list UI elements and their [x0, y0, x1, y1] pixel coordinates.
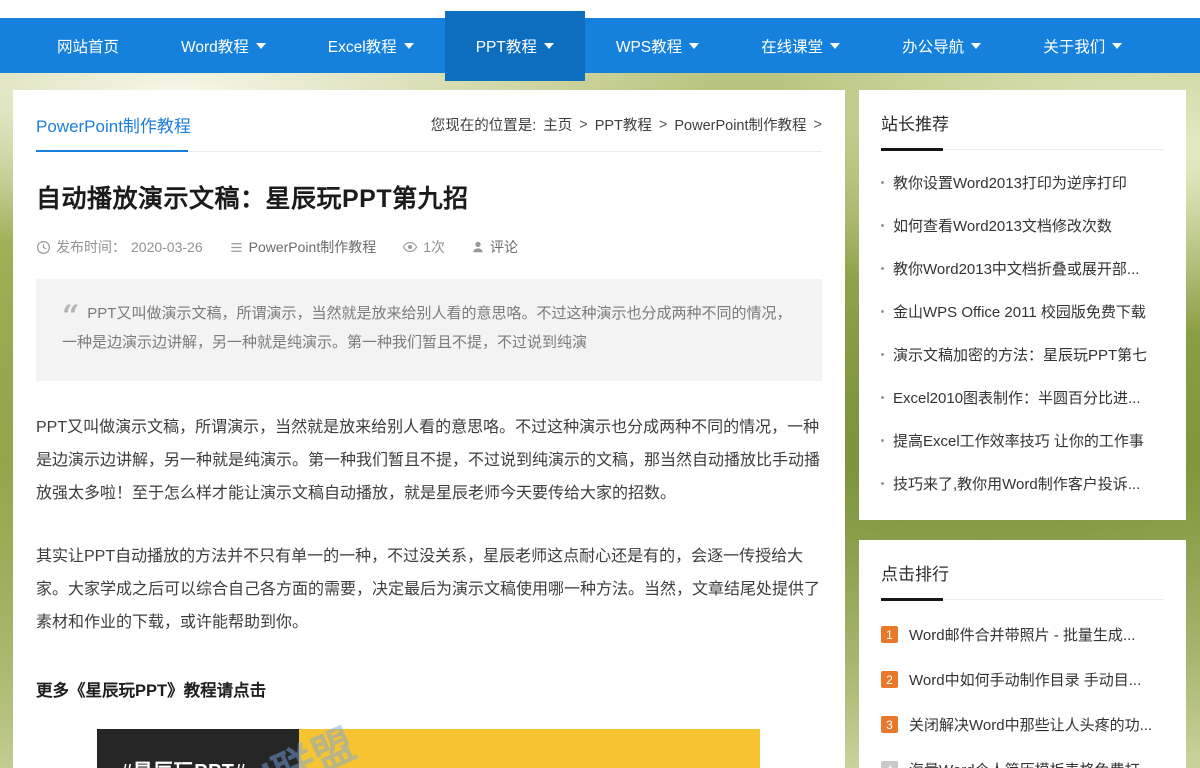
- title-underline: [881, 148, 943, 151]
- article-title: 自动播放演示文稿：星辰玩PPT第九招: [36, 185, 469, 213]
- rank-card: 点击排行 1 Word邮件合并带照片 - 批量生成... 2 Word中如何手动制作…: [859, 540, 1186, 768]
- list-item[interactable]: 金山WPS Office 2011 校园版免费下载: [881, 301, 1164, 322]
- bullet-icon: [881, 181, 884, 184]
- breadcrumb-link-category[interactable]: PowerPoint制作教程: [674, 114, 806, 135]
- page-content: PowerPoint制作教程 您现在的位置是: 主页 > PPT教程 > Pow…: [0, 73, 1200, 768]
- list-item[interactable]: 技巧来了,教你用Word制作客户投诉...: [881, 473, 1164, 494]
- breadcrumb-separator: >: [579, 116, 588, 133]
- card-header: PowerPoint制作教程 您现在的位置是: 主页 > PPT教程 > Pow…: [36, 112, 822, 152]
- more-tutorials-line: 更多《星辰玩PPT》教程请点击: [36, 682, 267, 700]
- chevron-down-icon: [689, 42, 700, 49]
- rank-badge: 4: [881, 761, 898, 768]
- breadcrumb: 您现在的位置是: 主页 > PPT教程 > PowerPoint制作教程 >: [431, 114, 822, 135]
- chevron-down-icon: [1112, 42, 1123, 49]
- rank-badge: 2: [881, 671, 898, 688]
- nav-item-wps[interactable]: WPS教程: [585, 18, 730, 73]
- article-paragraph: PPT又叫做演示文稿，所谓演示，当然就是放来给别人看的意思咯。不过这种演示也分成…: [36, 419, 821, 502]
- nav-item-excel[interactable]: Excel教程: [297, 18, 445, 73]
- rank-title: 点击排行: [881, 565, 949, 584]
- bullet-icon: [881, 396, 884, 399]
- article-card: PowerPoint制作教程 您现在的位置是: 主页 > PPT教程 > Pow…: [13, 90, 845, 768]
- chevron-down-icon: [971, 42, 982, 49]
- recommend-card: 站长推荐 教你设置Word2013打印为逆序打印 如何查看Word2013文档修…: [859, 90, 1186, 520]
- quote-icon: “: [62, 299, 80, 334]
- section-title-underline: [36, 150, 188, 152]
- breadcrumb-prefix: 您现在的位置是:: [430, 118, 537, 134]
- article-meta: 发布时间： 2020-03-26 PowerPoint制作教程 1次 评论: [36, 237, 822, 257]
- breadcrumb-separator: >: [658, 116, 668, 133]
- article-image: #星辰玩PPT# 作者：星辰 微信号：Wordlm123 Word联盟 声音: …: [97, 720, 760, 768]
- publish-date: 2020-03-26: [131, 239, 203, 255]
- chevron-down-icon: [830, 42, 841, 49]
- list-item[interactable]: 如何查看Word2013文档修改次数: [881, 215, 1164, 236]
- breadcrumb-link-ppt[interactable]: PPT教程: [595, 114, 652, 135]
- title-underline: [881, 598, 943, 601]
- brand-tag: #星辰玩PPT#: [121, 755, 299, 768]
- publish-time: 发布时间： 2020-03-26: [36, 237, 203, 257]
- bullet-icon: [881, 353, 884, 356]
- list-item[interactable]: 2 Word中如何手动制作目录 手动目...: [881, 669, 1164, 690]
- list-item[interactable]: 4海量Word个人简历模板表格免费打...: [881, 759, 1164, 768]
- breadcrumb-link-home[interactable]: 主页: [543, 114, 572, 135]
- list-icon: [230, 242, 242, 252]
- list-item[interactable]: 提高Excel工作效率技巧 让你的工作事: [881, 430, 1164, 451]
- list-item[interactable]: 3 关闭解决Word中那些让人头疼的功...: [881, 714, 1164, 735]
- image-brand-panel: #星辰玩PPT# 作者：星辰 微信号：Wordlm123: [97, 729, 299, 768]
- nav-item-about[interactable]: 关于我们: [1012, 18, 1153, 73]
- bullet-icon: [881, 482, 884, 485]
- nav-item-office-nav[interactable]: 办公导航: [871, 18, 1012, 73]
- nav-item-word[interactable]: Word教程: [150, 18, 297, 73]
- list-item[interactable]: 教你设置Word2013打印为逆序打印: [881, 172, 1164, 193]
- recommend-title: 站长推荐: [881, 115, 949, 134]
- chevron-down-icon: [543, 42, 554, 49]
- article-paragraph: 其实让PPT自动播放的方法并不只有单一的一种，不过没关系，星辰老师这点耐心还是有…: [36, 548, 821, 631]
- image-yellow-panel: Word联盟 声音: [无声音] 持续时间: 02.00: [169, 720, 760, 768]
- chevron-down-icon: [403, 42, 414, 49]
- recommend-list: 教你设置Word2013打印为逆序打印 如何查看Word2013文档修改次数 教…: [881, 172, 1164, 494]
- sidebar: 站长推荐 教你设置Word2013打印为逆序打印 如何查看Word2013文档修…: [859, 90, 1186, 768]
- rank-list: 1 Word邮件合并带照片 - 批量生成... 2 Word中如何手动制作目录 手动…: [881, 624, 1164, 768]
- rank-badge: 3: [881, 716, 898, 733]
- nav-item-online-class[interactable]: 在线课堂: [730, 18, 871, 73]
- user-icon: [473, 241, 483, 253]
- bullet-icon: [881, 267, 884, 270]
- section-title[interactable]: PowerPoint制作教程: [36, 112, 191, 137]
- list-item[interactable]: 演示文稿加密的方法：星辰玩PPT第七: [881, 344, 1164, 365]
- chevron-down-icon: [255, 42, 266, 49]
- bullet-icon: [881, 439, 884, 442]
- view-count: 1次: [402, 237, 445, 257]
- recommend-header: 站长推荐: [881, 110, 1164, 151]
- comments-link[interactable]: 评论: [490, 237, 518, 257]
- main-nav: 网站首页 Word教程 Excel教程 PPT教程 WPS教程 在线课堂 办公导…: [0, 10, 1200, 81]
- nav-item-ppt[interactable]: PPT教程: [444, 10, 585, 81]
- eye-icon: [402, 241, 418, 253]
- top-strip: [0, 0, 1200, 18]
- article-category: PowerPoint制作教程: [229, 237, 377, 257]
- rank-header: 点击排行: [881, 560, 1164, 601]
- article-quote: “PPT又叫做演示文稿，所谓演示，当然就是放来给别人看的意思咯。不过这种演示也分…: [36, 279, 822, 381]
- bullet-icon: [881, 224, 884, 227]
- comments: 评论: [471, 237, 518, 257]
- rank-badge: 1: [881, 626, 898, 643]
- list-item[interactable]: Excel2010图表制作：半圆百分比进...: [881, 387, 1164, 408]
- list-item[interactable]: 1 Word邮件合并带照片 - 批量生成...: [881, 624, 1164, 645]
- breadcrumb-separator: >: [813, 116, 822, 133]
- list-item[interactable]: 教你Word2013中文档折叠或展开部...: [881, 258, 1164, 279]
- clock-icon: [36, 240, 51, 254]
- bullet-icon: [881, 310, 884, 313]
- category-link[interactable]: PowerPoint制作教程: [249, 237, 377, 257]
- nav-item-home[interactable]: 网站首页: [26, 18, 150, 73]
